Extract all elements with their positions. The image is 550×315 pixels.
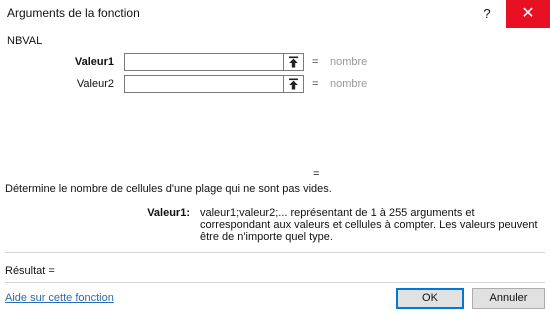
argument-result-valeur2: nombre xyxy=(330,78,368,90)
function-result-equals: = xyxy=(313,168,320,180)
divider xyxy=(5,282,545,283)
argument-result-valeur1: nombre xyxy=(330,56,368,68)
argument-detail-label: Valeur1: xyxy=(147,207,190,219)
argument-detail-text: valeur1;valeur2;... représentant de 1 à … xyxy=(200,207,538,243)
collapse-dialog-icon xyxy=(289,78,298,90)
collapse-dialog-button-valeur2[interactable] xyxy=(284,75,304,93)
argument-input-valeur2[interactable] xyxy=(124,75,284,93)
collapse-dialog-button-valeur1[interactable] xyxy=(284,53,304,71)
argument-equals-valeur1: = xyxy=(312,56,319,68)
cancel-button[interactable]: Annuler xyxy=(472,288,545,309)
collapse-dialog-icon xyxy=(289,56,298,68)
close-icon: ✕ xyxy=(521,5,535,22)
argument-equals-valeur2: = xyxy=(312,78,319,90)
divider xyxy=(5,252,545,253)
function-name: NBVAL xyxy=(7,35,43,47)
ok-button[interactable]: OK xyxy=(396,288,464,309)
function-arguments-dialog: Arguments de la fonction ? ✕ NBVAL Valeu… xyxy=(0,0,550,315)
close-button[interactable]: ✕ xyxy=(506,0,550,28)
dialog-title: Arguments de la fonction xyxy=(7,6,140,20)
help-button[interactable]: ? xyxy=(476,4,498,24)
result-label: Résultat = xyxy=(5,265,55,277)
argument-label-valeur2: Valeur2 xyxy=(76,78,114,90)
help-link[interactable]: Aide sur cette fonction xyxy=(5,292,114,304)
function-description: Détermine le nombre de cellules d'une pl… xyxy=(5,183,332,195)
title-bar: Arguments de la fonction ? ✕ xyxy=(0,0,550,28)
argument-label-valeur1: Valeur1 xyxy=(74,56,114,68)
argument-input-valeur1[interactable] xyxy=(124,53,284,71)
